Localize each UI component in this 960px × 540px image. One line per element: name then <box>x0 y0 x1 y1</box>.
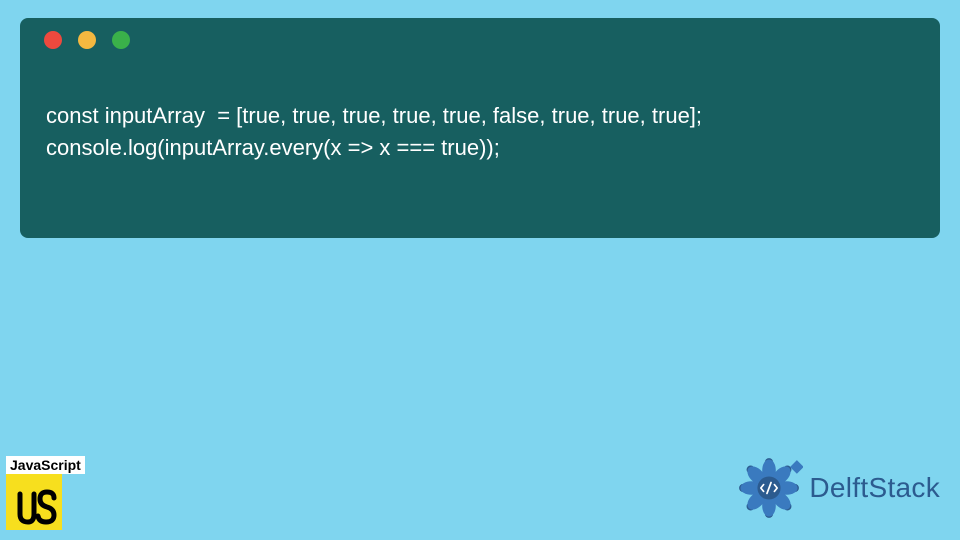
code-area: const inputArray = [true, true, true, tr… <box>20 62 940 164</box>
close-icon[interactable] <box>44 31 62 49</box>
javascript-logo-icon <box>6 474 62 530</box>
delftstack-logo-icon <box>735 454 803 522</box>
code-line: console.log(inputArray.every(x => x === … <box>46 135 500 160</box>
minimize-icon[interactable] <box>78 31 96 49</box>
brand-name: DelftStack <box>809 472 940 504</box>
code-window: const inputArray = [true, true, true, tr… <box>20 18 940 238</box>
javascript-label: JavaScript <box>6 456 85 474</box>
javascript-badge: JavaScript <box>6 456 85 530</box>
brand: DelftStack <box>735 454 940 522</box>
window-titlebar <box>20 18 940 62</box>
maximize-icon[interactable] <box>112 31 130 49</box>
code-line: const inputArray = [true, true, true, tr… <box>46 103 702 128</box>
